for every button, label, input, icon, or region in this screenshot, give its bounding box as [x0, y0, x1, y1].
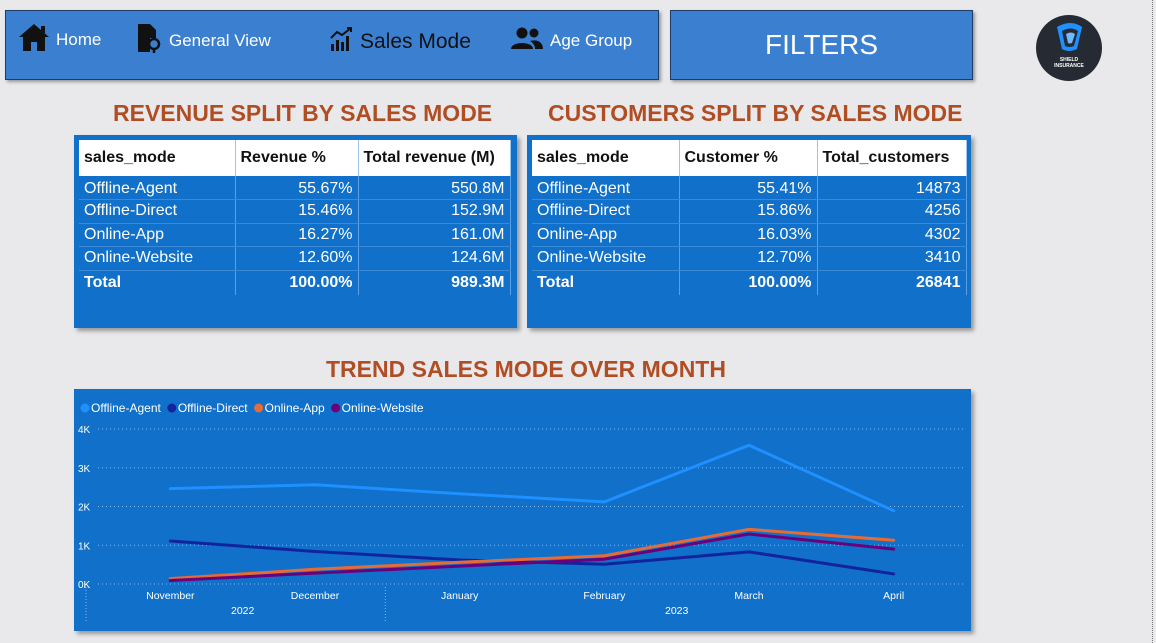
table-cell: 15.46%: [235, 199, 359, 224]
navigation-bar: Home General View Sales Mode Age Group: [5, 10, 659, 80]
table-cell: 12.70%: [679, 246, 818, 271]
x-group-label: 2023: [665, 605, 689, 617]
legend-label: Offline-Agent: [91, 401, 161, 415]
column-header[interactable]: Total_customers: [817, 140, 967, 176]
table-total-row: Total 100.00% 989.3M: [79, 270, 511, 295]
sales-chart-icon: [330, 26, 354, 57]
table-cell: 124.6M: [358, 246, 511, 271]
legend-label: Offline-Direct: [178, 401, 248, 415]
table-row: Online-Website 12.60% 124.6M: [79, 246, 511, 271]
nav-sales-mode-label: Sales Mode: [360, 29, 471, 53]
revenue-table-card: sales_mode Revenue % Total revenue (M) O…: [74, 135, 517, 328]
table-cell: Offline-Agent: [79, 176, 236, 200]
table-cell: 4302: [817, 223, 967, 247]
people-icon: [510, 26, 544, 55]
table-cell: Online-App: [532, 223, 680, 247]
table-cell: 55.41%: [679, 176, 818, 200]
table-cell: 26841: [817, 270, 967, 295]
filters-button[interactable]: FILTERS: [670, 10, 973, 80]
document-pin-icon: [135, 22, 163, 59]
nav-age-group-button[interactable]: Age Group: [510, 26, 632, 55]
table-cell: 16.03%: [679, 223, 818, 247]
x-group-label: 2022: [231, 605, 255, 617]
revenue-table: sales_mode Revenue % Total revenue (M) O…: [79, 140, 511, 295]
table-cell: 100.00%: [679, 270, 818, 295]
table-cell: 4256: [817, 199, 967, 224]
table-cell: 14873: [817, 176, 967, 200]
table-row: Offline-Direct 15.86% 4256: [532, 199, 967, 224]
nav-age-group-label: Age Group: [550, 30, 633, 50]
table-row: Online-Website 12.70% 3410: [532, 246, 967, 271]
column-header[interactable]: Customer %: [679, 140, 818, 176]
x-tick-label: April: [883, 590, 904, 602]
table-cell: 100.00%: [235, 270, 359, 295]
x-tick-label: December: [291, 590, 340, 602]
table-row: Offline-Direct 15.46% 152.9M: [79, 199, 511, 224]
table-total-row: Total 100.00% 26841: [532, 270, 967, 295]
table-cell: Online-App: [79, 223, 236, 247]
table-cell: 152.9M: [358, 199, 511, 224]
series-line-offline-direct: [168, 539, 896, 576]
y-tick-label: 1K: [78, 541, 91, 552]
nav-home-label: Home: [56, 29, 102, 49]
column-header[interactable]: sales_mode: [79, 140, 236, 176]
table-cell: Online-Website: [532, 246, 680, 271]
table-cell: Online-Website: [79, 246, 236, 271]
table-cell: 3410: [817, 246, 967, 271]
column-header[interactable]: Revenue %: [235, 140, 359, 176]
table-row: Offline-Agent 55.67% 550.8M: [79, 176, 511, 200]
table-row: Online-App 16.03% 4302: [532, 223, 967, 247]
y-tick-label: 0K: [78, 580, 91, 591]
x-tick-label: January: [441, 590, 479, 602]
shield-insurance-logo: SHIELD INSURANCE: [1036, 15, 1102, 81]
table-cell: Total: [532, 270, 680, 295]
legend-marker: [80, 403, 90, 413]
customers-table-card: sales_mode Customer % Total_customers Of…: [527, 135, 971, 328]
customers-table: sales_mode Customer % Total_customers Of…: [532, 140, 967, 295]
legend-marker: [254, 403, 264, 413]
revenue-table-title: REVENUE SPLIT BY SALES MODE: [113, 100, 493, 126]
y-tick-label: 4K: [78, 425, 91, 436]
table-cell: Offline-Direct: [532, 199, 680, 224]
logo-text: SHIELD INSURANCE: [1054, 57, 1084, 69]
nav-general-view-button[interactable]: General View: [135, 22, 271, 59]
table-cell: 12.60%: [235, 246, 359, 271]
y-tick-label: 2K: [78, 503, 91, 514]
table-cell: 161.0M: [358, 223, 511, 247]
trend-chart-title: TREND SALES MODE OVER MONTH: [326, 356, 726, 382]
home-icon: [18, 22, 50, 57]
table-cell: 550.8M: [358, 176, 511, 200]
table-cell: 989.3M: [358, 270, 511, 295]
customers-table-title: CUSTOMERS SPLIT BY SALES MODE: [548, 100, 963, 126]
line-chart-canvas: Offline-Agent Offline-Direct Online-App Onl…: [78, 401, 966, 621]
column-header[interactable]: Total revenue (M): [358, 140, 511, 176]
legend-label: Online-Website: [342, 401, 424, 415]
nav-home-button[interactable]: Home: [18, 22, 101, 57]
table-row: Offline-Agent 55.41% 14873: [532, 176, 967, 200]
x-tick-label: November: [146, 590, 195, 602]
table-cell: Offline-Agent: [532, 176, 680, 200]
nav-general-view-label: General View: [169, 30, 271, 50]
table-cell: 55.67%: [235, 176, 359, 200]
table-cell: Offline-Direct: [79, 199, 236, 224]
nav-sales-mode-button[interactable]: Sales Mode: [330, 26, 471, 57]
page-edge-divider: [1152, 0, 1153, 643]
y-tick-label: 3K: [78, 464, 91, 475]
x-tick-label: February: [583, 590, 626, 602]
legend-marker: [167, 403, 177, 413]
legend-marker: [331, 403, 341, 413]
table-cell: Total: [79, 270, 236, 295]
column-header[interactable]: sales_mode: [532, 140, 680, 176]
shield-icon: [1057, 23, 1082, 51]
x-tick-label: March: [734, 590, 763, 602]
series-line-offline-agent: [168, 443, 896, 513]
legend-label: Online-App: [265, 401, 325, 415]
table-cell: 15.86%: [679, 199, 818, 224]
table-cell: 16.27%: [235, 223, 359, 247]
trend-line-chart[interactable]: Offline-Agent Offline-Direct Online-App Onl…: [74, 389, 971, 631]
table-row: Online-App 16.27% 161.0M: [79, 223, 511, 247]
